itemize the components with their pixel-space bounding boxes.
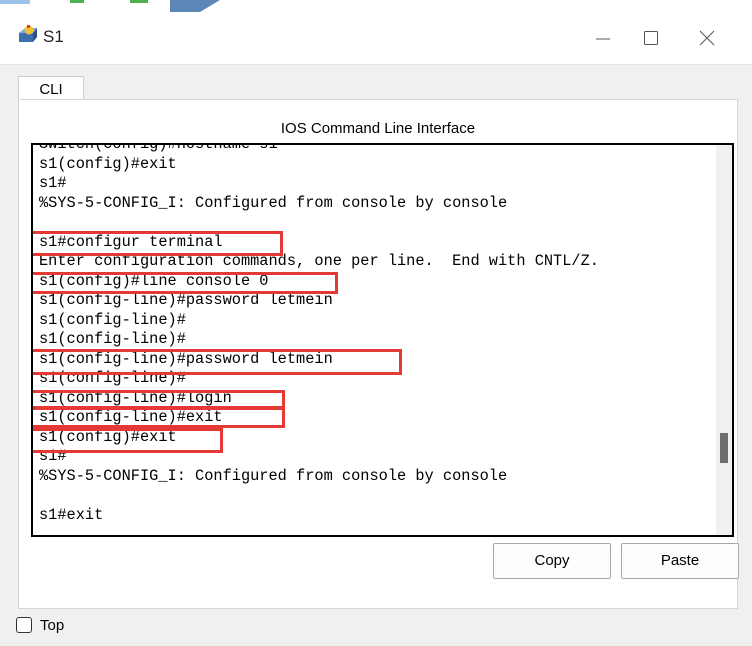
scrollbar-thumb[interactable] [720, 433, 728, 463]
tab-cli-label: CLI [39, 81, 63, 101]
terminal-line: s1# [39, 174, 67, 192]
minimize-icon [596, 38, 610, 40]
background-window-strip [0, 0, 752, 12]
close-button[interactable] [684, 22, 730, 54]
highlight-config-line-exit [33, 407, 285, 428]
top-checkbox[interactable] [16, 617, 32, 633]
top-checkbox-label: Top [40, 617, 65, 634]
terminal-scrollbar[interactable] [716, 145, 732, 535]
terminal-line: %SYS-5-CONFIG_I: Configured from console… [39, 466, 508, 485]
tab-cli[interactable]: CLI [18, 76, 84, 101]
highlight-password-letmein [33, 349, 402, 375]
close-icon [699, 30, 715, 46]
cli-header: IOS Command Line Interface [280, 120, 476, 137]
highlight-config-exit [33, 428, 223, 453]
terminal-line: s1#exit [39, 505, 104, 524]
terminal-line: s1(config-line)# [39, 310, 186, 329]
highlight-line-console [33, 272, 338, 294]
terminal-lines: Switch(config)#hostname s1 s1(config)#ex… [39, 143, 708, 525]
terminal-line: %SYS-5-CONFIG_I: Configured from console… [39, 193, 508, 212]
switch-device-icon [17, 24, 39, 46]
highlight-configur-terminal [33, 231, 283, 256]
maximize-button[interactable] [628, 22, 674, 54]
terminal-line: s1(config)#exit [39, 154, 177, 173]
maximize-icon [644, 31, 658, 45]
paste-button[interactable]: Paste [621, 543, 739, 579]
copy-button[interactable]: Copy [493, 543, 611, 579]
minimize-button[interactable] [580, 22, 626, 54]
terminal-line: s1(config-line)# [39, 330, 186, 348]
terminal-line: Switch(config)#hostname s1 [39, 143, 278, 153]
title-bar: S1 [0, 12, 752, 65]
terminal-output[interactable]: Switch(config)#hostname s1 s1(config)#ex… [31, 143, 734, 537]
window-title: S1 [43, 27, 64, 46]
cli-panel: IOS Command Line Interface Switch(config… [18, 99, 739, 609]
